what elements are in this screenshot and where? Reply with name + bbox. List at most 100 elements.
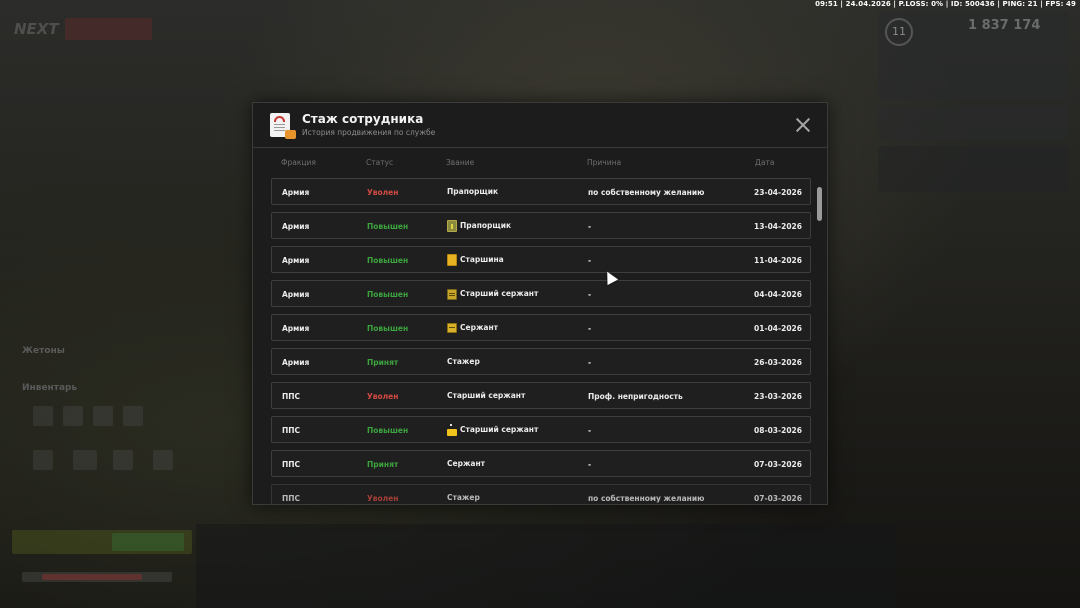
inventory-slot [63,406,83,426]
row-fraction: ППС [282,460,301,469]
inventory-slot [93,406,113,426]
bottom-hud [196,524,896,608]
column-status: Статус [366,158,394,167]
document-icon [270,113,296,139]
dialog-subtitle: История продвижения по службе [302,128,436,137]
health-fill [42,574,142,580]
row-rank-label: Старший сержант [460,289,539,298]
row-date: 13-04-2026 [754,222,802,231]
row-reason: - [588,290,592,299]
row-rank-label: Сержант [460,323,499,332]
row-date: 04-04-2026 [754,290,802,299]
row-date: 11-04-2026 [754,256,802,265]
inventory-label: Инвентарь [22,383,78,393]
row-fraction: ППС [282,426,301,435]
business-panel [878,106,1068,140]
table-row[interactable]: Армия Повышен Старшина - 11-04-2026 [271,246,811,273]
rank-insignia-icon [447,220,457,232]
quest-panel [878,146,1068,192]
row-fraction: Армия [282,358,310,367]
table-row[interactable]: ППС Уволен Старший сержант Проф. непригодно… [271,382,811,409]
column-date: Дата [755,158,775,167]
row-rank-label: Сержант [447,459,486,468]
row-rank-label: Стажер [447,357,480,366]
row-fraction: Армия [282,222,310,231]
rank-insignia-icon [447,323,457,333]
row-date: 23-03-2026 [754,392,802,401]
row-date: 07-03-2026 [754,494,802,503]
row-rank: Стажер [447,355,480,369]
row-rank: Сержант [447,321,498,335]
server-badge [64,18,152,40]
logo-text: NEXT [14,20,59,38]
table-row[interactable]: ППС Повышен Старший сержант - 08-03-2026 [271,416,811,443]
table-row[interactable]: Армия Повышен Старший сержант - 04-04-2026 [271,280,811,307]
table-row[interactable]: ППС Уволен Стажер по собственному желанию 07… [271,484,811,504]
table-row[interactable]: Армия Принят Стажер - 26-03-2026 [271,348,811,375]
row-status: Принят [367,358,399,367]
row-rank-label: Старший сержант [447,391,526,400]
row-date: 01-04-2026 [754,324,802,333]
table-row[interactable]: Армия Уволен Прапорщик по собственному жела… [271,178,811,205]
row-rank-label: Прапорщик [447,187,499,196]
row-rank: Сержант [447,457,485,471]
row-rank-label: Старший сержант [460,425,539,434]
row-rank-label: Прапорщик [460,221,512,230]
history-list[interactable]: Армия Уволен Прапорщик по собственному жела… [271,178,811,504]
column-reason: Причина [587,158,622,167]
row-date: 26-03-2026 [754,358,802,367]
row-status: Повышен [367,426,409,435]
inventory-slot [123,406,143,426]
row-reason: по собственному желанию [588,494,705,503]
row-rank: Стажер [447,491,480,504]
table-header: Фракция Статус Звание Причина Дата [271,158,811,170]
row-fraction: ППС [282,494,301,503]
row-rank: Старшина [447,253,504,267]
row-fraction: Армия [282,290,310,299]
row-status: Повышен [367,290,409,299]
close-icon[interactable] [795,117,811,133]
row-fraction: Армия [282,188,310,197]
tokens-label: Жетоны [22,346,65,356]
rank-insignia-icon [447,424,457,436]
table-row[interactable]: Армия Повышен Прапорщик - 13-04-2026 [271,212,811,239]
row-status: Уволен [367,188,399,197]
row-reason: Проф. непригодность [588,392,683,401]
column-fraction: Фракция [281,158,316,167]
player-level: 11 [885,18,913,46]
inventory-slot [113,450,133,470]
dialog-title: Стаж сотрудника [302,112,424,126]
row-fraction: Армия [282,256,310,265]
row-status: Уволен [367,494,399,503]
server-logo: NEXT [14,16,152,42]
action-button [112,533,184,551]
row-status: Повышен [367,256,409,265]
table-row[interactable]: Армия Повышен Сержант - 01-04-2026 [271,314,811,341]
row-rank: Прапорщик [447,219,511,233]
dialog-header: Стаж сотрудника История продвижения по с… [253,103,827,148]
row-fraction: Армия [282,324,310,333]
row-status: Повышен [367,222,409,231]
rank-insignia-icon [447,288,457,300]
row-rank: Старший сержант [447,389,525,403]
row-status: Уволен [367,392,399,401]
rank-insignia-icon [447,254,457,266]
inventory-slot [33,450,53,470]
row-reason: - [588,426,592,435]
row-reason: - [588,256,592,265]
table-row[interactable]: ППС Принят Сержант - 07-03-2026 [271,450,811,477]
row-reason: - [588,460,592,469]
row-reason: - [588,324,592,333]
row-status: Повышен [367,324,409,333]
row-rank-label: Стажер [447,493,480,502]
row-rank: Старший сержант [447,423,538,437]
row-rank: Прапорщик [447,185,498,199]
inventory-slot [73,450,97,470]
row-date: 08-03-2026 [754,426,802,435]
inventory-slot [153,450,173,470]
player-money: 1 837 174 [968,18,1041,33]
inventory-slot [33,406,53,426]
row-date: 07-03-2026 [754,460,802,469]
scrollbar[interactable] [817,187,822,221]
row-rank: Старший сержант [447,287,538,301]
